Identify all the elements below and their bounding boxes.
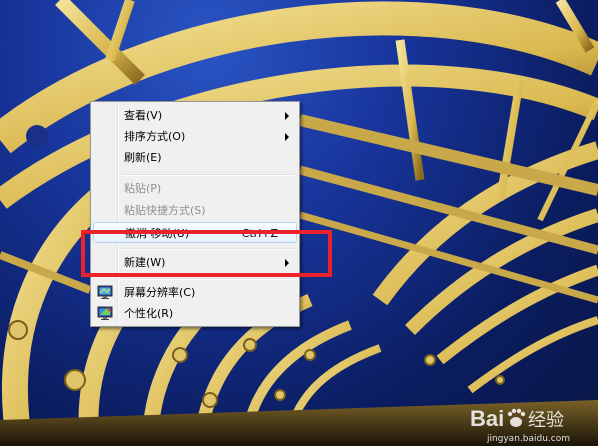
menu-item-label: 粘贴(P) <box>124 182 162 195</box>
menu-item-paste: 粘贴(P) <box>93 178 297 199</box>
submenu-arrow-icon <box>285 112 289 120</box>
menu-separator <box>121 278 295 280</box>
menu-item-personalize[interactable]: 个性化(R) <box>93 303 297 324</box>
display-resolution-icon <box>97 285 113 299</box>
menu-item-label: 粘贴快捷方式(S) <box>124 204 206 217</box>
menu-item-screen-resolution[interactable]: 屏幕分辨率(C) <box>93 282 297 303</box>
submenu-arrow-icon <box>285 133 289 141</box>
menu-item-refresh[interactable]: 刷新(E) <box>93 147 297 168</box>
desktop-context-menu: 查看(V) 排序方式(O) 刷新(E) 粘贴(P) 粘贴快捷方式(S) 撤消 移… <box>90 101 300 327</box>
menu-item-view[interactable]: 查看(V) <box>93 105 297 126</box>
menu-item-label: 查看(V) <box>124 109 163 122</box>
watermark-url: jingyan.baidu.com <box>486 434 570 444</box>
annotation-highlight-box <box>81 230 332 277</box>
menu-item-label: 屏幕分辨率(C) <box>124 286 196 299</box>
svg-text:Bai: Bai <box>470 406 504 431</box>
baidu-jingyan-watermark: Bai 经验 <box>468 400 588 434</box>
personalize-icon <box>97 306 113 320</box>
menu-item-label: 个性化(R) <box>124 307 174 320</box>
desktop-background[interactable]: 查看(V) 排序方式(O) 刷新(E) 粘贴(P) 粘贴快捷方式(S) 撤消 移… <box>0 0 598 446</box>
svg-text:经验: 经验 <box>528 410 564 431</box>
menu-item-label: 刷新(E) <box>124 151 162 164</box>
menu-item-sort-by[interactable]: 排序方式(O) <box>93 126 297 147</box>
menu-separator <box>121 174 295 176</box>
menu-item-label: 排序方式(O) <box>124 130 186 143</box>
baidu-paw-logo: Bai 经验 <box>470 406 564 431</box>
menu-item-paste-shortcut: 粘贴快捷方式(S) <box>93 200 297 221</box>
